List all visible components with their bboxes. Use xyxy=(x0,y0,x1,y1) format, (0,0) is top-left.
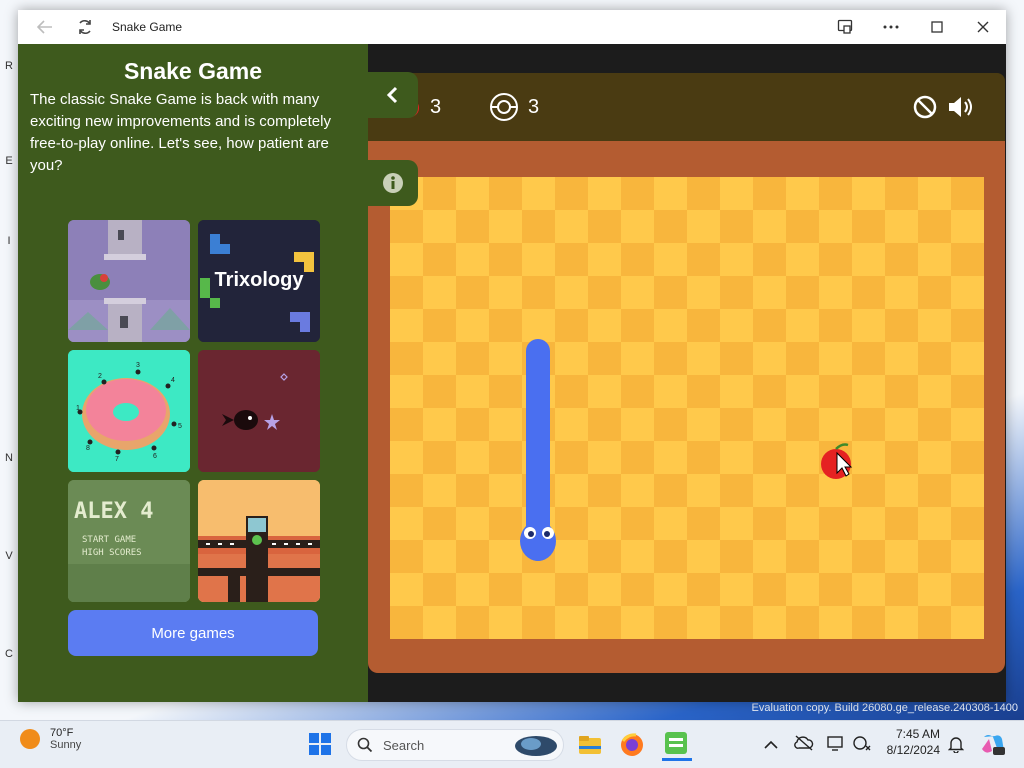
target-icon xyxy=(490,93,518,121)
display-icon[interactable] xyxy=(826,735,846,756)
cast-icon[interactable] xyxy=(822,10,868,44)
chevron-up-icon[interactable] xyxy=(764,737,778,755)
notification-bell-icon[interactable] xyxy=(947,735,965,758)
more-games-button[interactable]: More games xyxy=(68,610,318,656)
dot-number: 1 xyxy=(76,405,80,412)
sun-icon xyxy=(20,729,40,749)
alex4-scores: HIGH SCORES xyxy=(82,548,142,558)
trixology-game-thumbnail: Trixology xyxy=(198,220,320,342)
info-button[interactable] xyxy=(368,160,418,206)
firefox-icon[interactable] xyxy=(618,731,646,759)
app-window: Snake Game Snake Game The classic Snake … xyxy=(18,10,1006,702)
game-tile-platform[interactable] xyxy=(198,480,320,602)
search-highlight-icon xyxy=(515,736,557,756)
snake-head xyxy=(520,521,556,561)
target-count: 3 xyxy=(528,95,540,118)
desktop-edge-label: N xyxy=(5,452,13,464)
clock-time: 7:45 AM xyxy=(895,727,940,741)
alex4-title: ALEX 4 xyxy=(74,499,153,524)
chevron-left-icon xyxy=(386,86,398,104)
no-entry-icon xyxy=(913,95,937,119)
game-area: 3 3 xyxy=(368,44,1006,702)
dot-number: 2 xyxy=(98,373,102,380)
start-button[interactable] xyxy=(308,732,332,756)
board-layer xyxy=(520,339,853,561)
panel-description: The classic Snake Game is back with many… xyxy=(30,91,331,174)
weather-temp: 70°F xyxy=(50,727,74,739)
game-tile-alex4[interactable]: ALEX 4 START GAME HIGH SCORES xyxy=(68,480,190,602)
alex4-game-thumbnail: ALEX 4 START GAME HIGH SCORES xyxy=(68,480,190,602)
game-board[interactable] xyxy=(390,177,984,639)
desktop-edge-label: C xyxy=(5,648,13,660)
apple-count: 3 xyxy=(430,95,442,118)
snake-app-icon[interactable] xyxy=(662,729,692,761)
network-icon[interactable] xyxy=(852,735,872,756)
taskbar-search[interactable]: Search xyxy=(346,729,564,761)
panel-title: Snake Game xyxy=(123,58,263,84)
game-tile-flappy[interactable] xyxy=(68,220,190,342)
windows-logo-icon xyxy=(309,733,331,755)
close-icon[interactable] xyxy=(960,10,1006,44)
speaker-icon xyxy=(949,97,972,117)
maximize-icon[interactable] xyxy=(914,10,960,44)
flappy-game-thumbnail xyxy=(68,220,190,342)
game-info-panel: Snake Game The classic Snake Game is bac… xyxy=(18,44,368,702)
target-score: 3 xyxy=(488,73,539,141)
alex4-start: START GAME xyxy=(82,535,136,545)
evaluation-watermark: Evaluation copy. Build 26080.ge_release.… xyxy=(751,702,1018,714)
board-frame xyxy=(368,141,1005,673)
score-bar: 3 3 xyxy=(368,73,1005,141)
dot-number: 5 xyxy=(178,423,182,430)
platform-game-thumbnail xyxy=(198,480,320,602)
dot-number: 6 xyxy=(153,453,157,460)
reload-icon[interactable] xyxy=(70,12,100,42)
no-entry-button[interactable] xyxy=(912,73,938,141)
dot-number: 4 xyxy=(171,377,175,384)
weather-condition: Sunny xyxy=(50,739,82,751)
info-icon xyxy=(383,173,403,193)
cloud-offline-icon[interactable] xyxy=(794,735,814,756)
game-tile-donut[interactable]: 1 2 3 4 5 6 7 8 xyxy=(68,350,190,472)
desktop-edge-label: R xyxy=(5,60,13,72)
search-placeholder: Search xyxy=(383,737,425,753)
weather-widget[interactable]: 70°F Sunny xyxy=(18,727,81,751)
clock[interactable]: 7:45 AM 8/12/2024 xyxy=(884,727,940,757)
search-icon xyxy=(357,737,373,753)
donut-game-thumbnail: 1 2 3 4 5 6 7 8 xyxy=(68,350,190,472)
sound-button[interactable] xyxy=(946,73,976,141)
dot-number: 8 xyxy=(86,445,90,452)
title-bar: Snake Game xyxy=(18,10,1006,44)
trixology-label: Trixology xyxy=(215,269,305,291)
window-title: Snake Game xyxy=(112,20,183,34)
dot-number: 7 xyxy=(115,456,119,463)
game-tile-trixology[interactable]: Trixology xyxy=(198,220,320,342)
more-options-icon[interactable] xyxy=(868,10,914,44)
back-arrow-icon[interactable] xyxy=(30,12,60,42)
taskbar: 70°F Sunny Search 7:45 AM 8/12/2024 xyxy=(0,720,1024,768)
desktop-edge-label: I xyxy=(7,235,11,247)
desktop-edge-label: V xyxy=(5,550,13,562)
file-explorer-icon[interactable] xyxy=(576,731,604,759)
creature-game-thumbnail xyxy=(198,350,320,472)
copilot-icon[interactable] xyxy=(980,731,1006,762)
collapse-panel-button[interactable] xyxy=(368,72,418,118)
game-tile-creature[interactable] xyxy=(198,350,320,472)
desktop-edge-label: E xyxy=(5,155,13,167)
dot-number: 3 xyxy=(136,362,140,369)
clock-date: 8/12/2024 xyxy=(886,743,940,757)
